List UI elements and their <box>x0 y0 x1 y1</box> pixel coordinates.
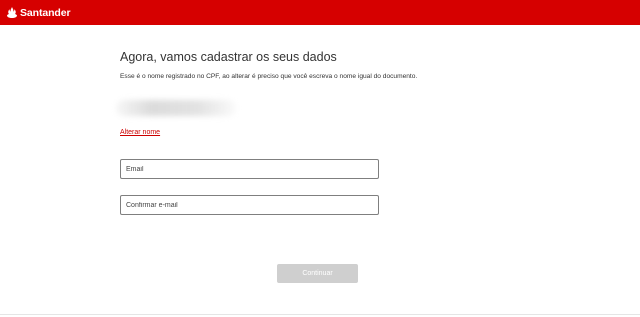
page-title: Agora, vamos cadastrar os seus dados <box>120 50 337 64</box>
top-bar: Santander <box>0 0 640 25</box>
brand-logo[interactable]: Santander <box>7 6 71 19</box>
page-subtitle: Esse é o nome registrado no CPF, ao alte… <box>120 73 418 80</box>
brand-name: Santander <box>20 6 71 19</box>
email-field[interactable] <box>120 159 379 179</box>
registered-name-blurred <box>116 100 236 116</box>
alter-name-link[interactable]: Alterar nome <box>120 129 160 136</box>
santander-flame-icon <box>7 7 17 18</box>
continue-button[interactable]: Continuar <box>277 264 358 283</box>
footer-divider <box>0 314 640 315</box>
confirm-email-field[interactable] <box>120 195 379 215</box>
